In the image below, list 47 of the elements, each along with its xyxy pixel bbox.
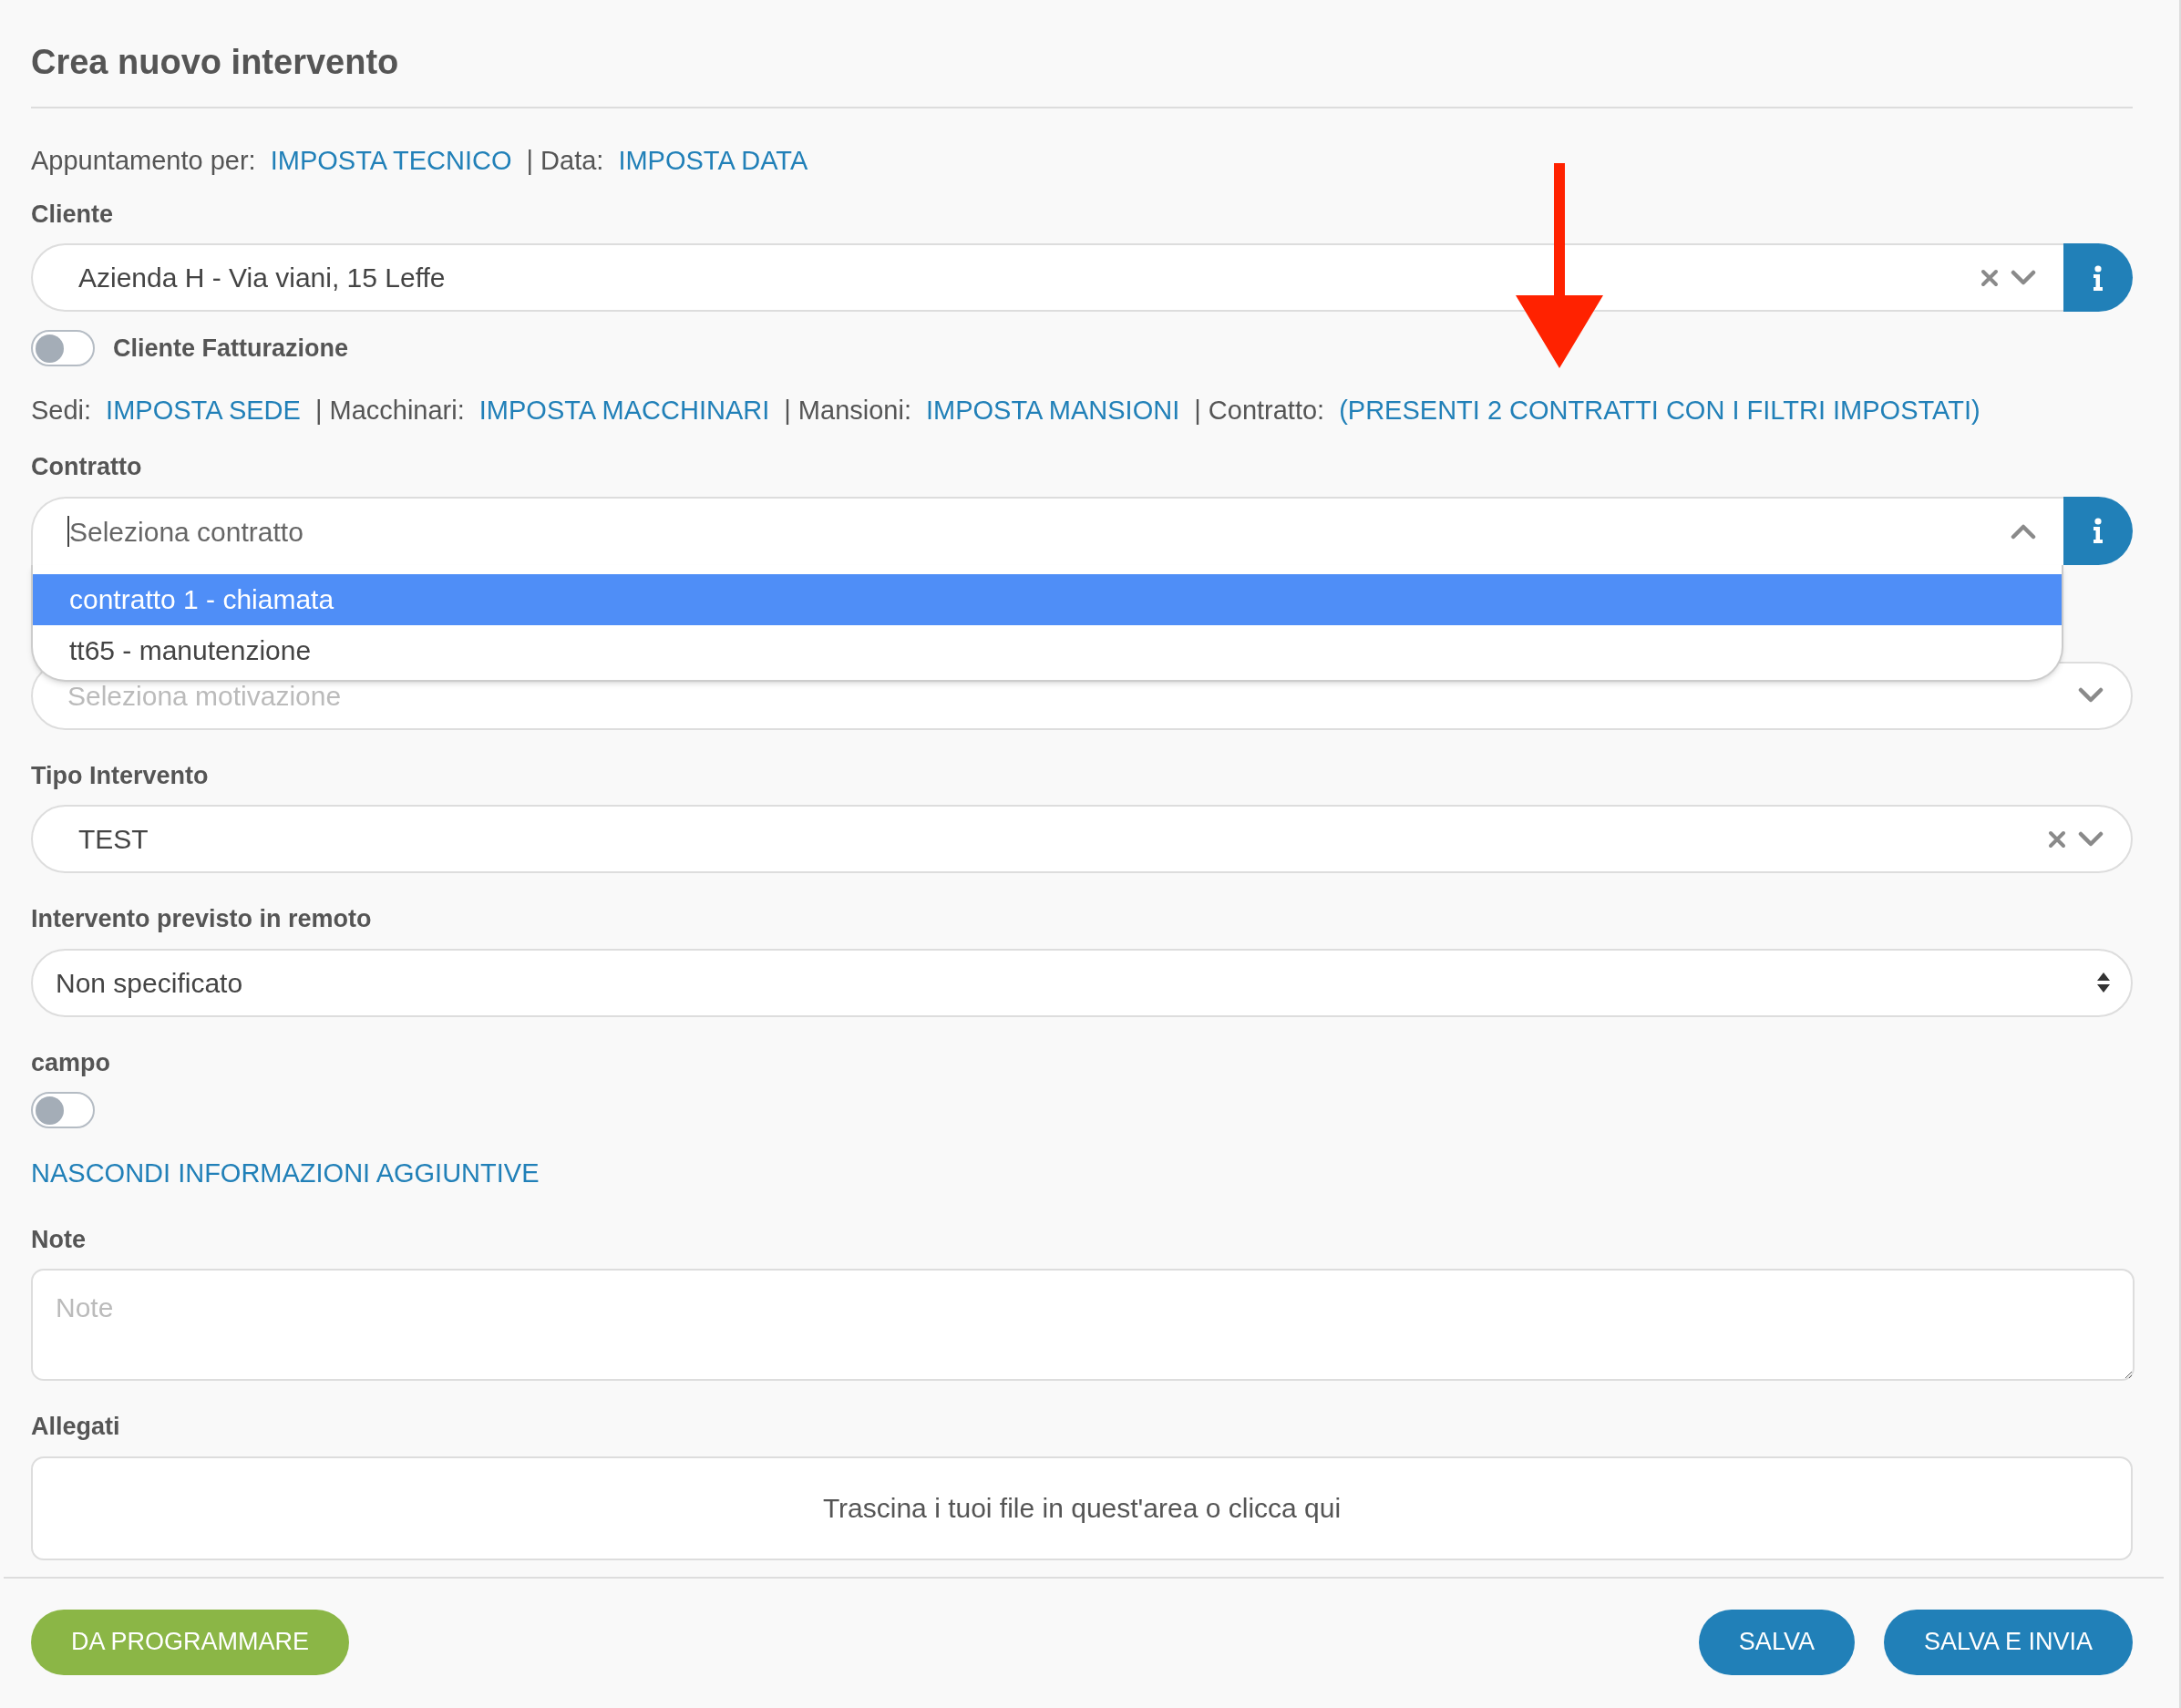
link[interactable]: NASCONDI INFORMAZIONI AGGIUNTIVE [31, 1154, 540, 1194]
save-button[interactable]: SALVA [1698, 1609, 1855, 1675]
link[interactable]: IMPOSTA TECNICO [270, 141, 512, 181]
clear-icon[interactable] [2047, 828, 2067, 849]
note-field[interactable]: Note [31, 1269, 2135, 1381]
chevron-up-icon[interactable] [2011, 523, 2036, 540]
type-select[interactable]: TEST [31, 805, 2133, 873]
field-label: Intervento previsto in remoto [31, 904, 372, 934]
info-text: | Mansioni: [784, 394, 911, 427]
dropdown-option[interactable]: contratto 1 - chiamata [33, 573, 2062, 625]
info-text: Appuntamento per: [31, 145, 256, 177]
file-dropzone[interactable]: Trascina i tuoi file in quest'area o clicca qui [31, 1456, 2133, 1560]
field-label: Allegati [31, 1412, 120, 1442]
info-text: | Contratto: [1194, 394, 1325, 427]
info-text: Sedi: [31, 394, 92, 427]
info-text: | Data: [526, 145, 604, 177]
field-label: campo [31, 1047, 111, 1078]
toggle-label: Cliente Fatturazione [113, 334, 349, 364]
remote-select[interactable]: Non specificato [31, 948, 2133, 1017]
sort-arrows-icon [2096, 972, 2111, 993]
link[interactable]: IMPOSTA SEDE [106, 390, 301, 430]
arrow-annotation-icon [1514, 162, 1605, 368]
client-select[interactable]: Azienda H - Via viani, 15 Leffe [31, 243, 2063, 312]
info-icon [2093, 518, 2104, 543]
text-cursor [67, 516, 69, 547]
info-button[interactable] [2063, 243, 2133, 312]
clear-icon[interactable] [1980, 267, 2000, 288]
field-label: Cliente [31, 199, 114, 230]
toggle-switch[interactable] [31, 330, 95, 367]
link[interactable]: IMPOSTA MACCHINARI [478, 390, 770, 430]
contract-select[interactable]: Seleziona contratto [31, 496, 2063, 565]
info-text: | Macchinari: [314, 394, 465, 427]
schedule-button[interactable]: DA PROGRAMMARE [31, 1609, 350, 1675]
save-button[interactable]: SALVA E INVIA [1883, 1609, 2133, 1675]
chevron-down-icon[interactable] [2078, 830, 2104, 848]
info-icon [2093, 264, 2104, 291]
field-label: Contratto [31, 452, 142, 482]
link[interactable]: IMPOSTA DATA [618, 141, 808, 181]
chevron-down-icon[interactable] [2011, 269, 2036, 286]
link[interactable]: IMPOSTA MANSIONI [926, 390, 1180, 430]
info-button[interactable] [2063, 496, 2133, 565]
link[interactable]: (PRESENTI 2 CONTRATTI CON I FILTRI IMPOSTATI) [1339, 390, 1980, 430]
page-title: Crea nuovo intervento [31, 42, 399, 83]
field-label: Note [31, 1224, 86, 1255]
toggle-switch[interactable] [31, 1092, 95, 1128]
field-label: Tipo Intervento [31, 760, 209, 791]
chevron-down-icon[interactable] [2078, 687, 2104, 704]
